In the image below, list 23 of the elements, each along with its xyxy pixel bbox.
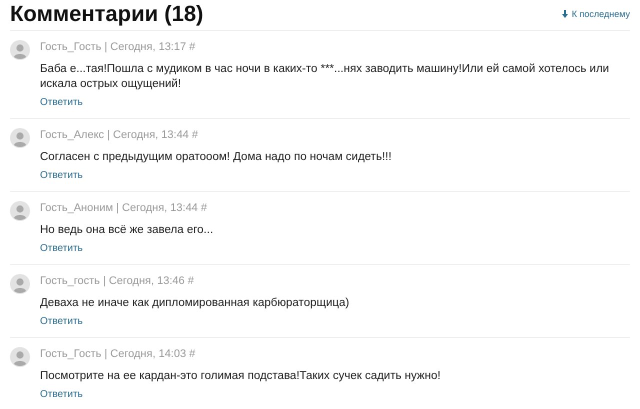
comment-text: Посмотрите на ее кардан-это голимая подстава!Таких сучек садить нужно! bbox=[40, 369, 442, 384]
comment-text: Но ведь она всё же завела его... bbox=[40, 223, 214, 238]
reply-link[interactable]: Ответить bbox=[40, 169, 83, 183]
avatar-icon bbox=[10, 40, 30, 60]
avatar-icon bbox=[10, 201, 30, 221]
down-arrow-icon bbox=[562, 10, 568, 18]
comment-meta: Гость_Аноним | Сегодня, 13:44 # bbox=[40, 201, 208, 215]
comment-meta: Гость_Гость | Сегодня, 13:17 # bbox=[40, 40, 196, 54]
reply-link[interactable]: Ответить bbox=[40, 242, 83, 256]
comment-text: Согласен с предыдущим оратооом! Дома надо по ночам сидеть!!! bbox=[40, 150, 393, 165]
comment-meta: Гость_Гость | Сегодня, 14:03 # bbox=[40, 347, 196, 361]
avatar-icon bbox=[10, 128, 30, 148]
avatar-icon bbox=[10, 347, 30, 367]
comment-meta: Гость_Алекс | Сегодня, 13:44 # bbox=[40, 128, 199, 142]
comment-meta: Гость_гость | Сегодня, 13:46 # bbox=[40, 274, 195, 288]
reply-link[interactable]: Ответить bbox=[40, 96, 83, 110]
avatar-icon bbox=[10, 274, 30, 294]
section-title: Комментарии (18) bbox=[10, 0, 204, 28]
reply-link[interactable]: Ответить bbox=[40, 388, 83, 402]
jump-to-last-link[interactable]: К последнему bbox=[562, 9, 630, 19]
reply-link[interactable]: Ответить bbox=[40, 315, 83, 329]
comment-text: Баба е...тая!Пошла с мудиком в час ночи в каких-то ***...нях заводить машину!Или ей самой хотелось или искала острых ощущений! bbox=[40, 62, 610, 92]
comment-text: Деваха не иначе как дипломированная карбюраторщица) bbox=[40, 296, 350, 311]
